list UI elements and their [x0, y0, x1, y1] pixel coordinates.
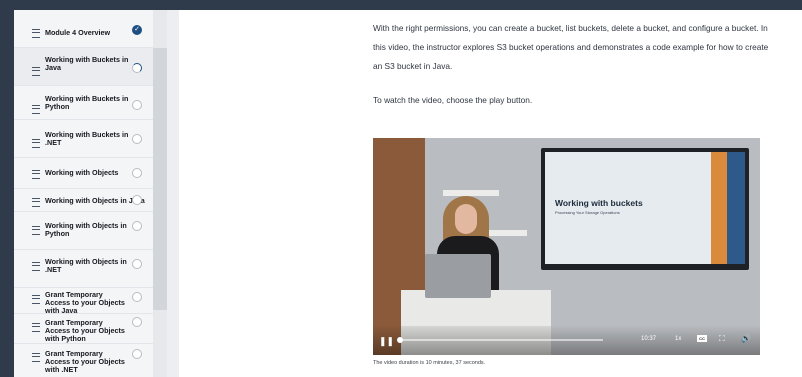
slide-subtitle: Processing Your Storage Operations	[555, 210, 620, 215]
lesson-description: With the right permissions, you can crea…	[373, 23, 769, 71]
sidebar-item-objects-java[interactable]: Working with Objects in Java	[14, 189, 153, 212]
menu-icon	[32, 105, 40, 114]
sidebar-item-presigned-java[interactable]: Grant Temporary Access to your Objects w…	[14, 288, 153, 315]
sidebar-item-label: Grant Temporary Access to your Objects w…	[45, 349, 125, 374]
incomplete-circle-icon	[132, 195, 142, 205]
menu-icon	[32, 353, 40, 362]
menu-icon	[32, 198, 40, 207]
course-sidebar: Module 4 Overview ✓ Working with Buckets…	[14, 10, 168, 377]
progress-bar[interactable]	[403, 339, 603, 341]
video-duration-caption: The video duration is 10 minutes, 37 sec…	[373, 360, 486, 366]
sidebar-item-label: Working with Objects in .NET	[45, 257, 127, 274]
sidebar-scrollbar-thumb[interactable]	[153, 48, 167, 310]
sidebar-item-label: Grant Temporary Access to your Objects w…	[45, 318, 125, 343]
sidebar-item-buckets-python[interactable]: Working with Buckets in Python	[14, 86, 153, 120]
progress-handle[interactable]	[397, 337, 403, 343]
incomplete-circle-icon	[132, 168, 142, 178]
sidebar-item-presigned-dotnet[interactable]: Grant Temporary Access to your Objects w…	[14, 344, 153, 377]
sidebar-item-label: Working with Buckets in Java	[45, 55, 129, 72]
sidebar-item-objects-python[interactable]: Working with Objects in Python	[14, 212, 153, 250]
menu-icon	[32, 262, 40, 271]
sidebar-item-label: Working with Buckets in .NET	[45, 130, 129, 147]
sidebar-item-label: Working with Objects in Java	[45, 196, 145, 205]
slide-title: Working with buckets	[555, 198, 643, 208]
incomplete-circle-icon	[132, 134, 142, 144]
video-slide-screen: Working with buckets Processing Your Sto…	[541, 148, 749, 270]
pause-icon[interactable]: ❚❚	[379, 336, 394, 347]
captions-icon[interactable]: CC	[697, 335, 707, 342]
video-instruction: To watch the video, choose the play butt…	[373, 95, 533, 105]
slide-accent	[727, 152, 745, 264]
video-player[interactable]: Working with buckets Processing Your Sto…	[373, 138, 760, 355]
volume-icon[interactable]: 🔊	[741, 334, 751, 343]
fullscreen-icon[interactable]: ⛶	[719, 334, 725, 344]
sidebar-item-objects-dotnet[interactable]: Working with Objects in .NET	[14, 250, 153, 288]
incomplete-circle-icon	[132, 349, 142, 359]
incomplete-circle-icon	[132, 292, 142, 302]
video-laptop	[425, 254, 491, 298]
menu-icon	[32, 67, 40, 76]
menu-icon	[32, 29, 40, 38]
slide-accent	[711, 152, 727, 264]
sidebar-item-objects[interactable]: Working with Objects	[14, 158, 153, 189]
menu-icon	[32, 226, 40, 235]
menu-icon	[32, 295, 40, 304]
video-time: 10:37	[641, 336, 657, 342]
sidebar-item-label: Module 4 Overview	[45, 28, 111, 37]
instructor-figure	[455, 204, 477, 234]
course-window: Module 4 Overview ✓ Working with Buckets…	[14, 10, 802, 377]
video-shelf	[443, 190, 499, 196]
sidebar-item-label: Grant Temporary Access to your Objects w…	[45, 290, 125, 315]
slide: Working with buckets Processing Your Sto…	[545, 152, 745, 264]
menu-icon	[32, 323, 40, 332]
in-progress-icon	[132, 63, 142, 73]
incomplete-circle-icon	[132, 100, 142, 110]
completed-check-icon: ✓	[132, 25, 142, 35]
menu-icon	[32, 139, 40, 148]
sidebar-divider	[167, 10, 179, 377]
menu-icon	[32, 170, 40, 179]
sidebar-item-label: Working with Objects	[45, 168, 119, 177]
sidebar-item-label: Working with Buckets in Python	[45, 94, 129, 111]
video-controls: ❚❚ 10:37 1x CC ⛶ 🔊	[373, 325, 760, 355]
sidebar-item-presigned-python[interactable]: Grant Temporary Access to your Objects w…	[14, 314, 153, 344]
incomplete-circle-icon	[132, 317, 142, 327]
incomplete-circle-icon	[132, 259, 142, 269]
sidebar-item-buckets-java[interactable]: Working with Buckets in Java	[14, 48, 153, 86]
sidebar-item-buckets-dotnet[interactable]: Working with Buckets in .NET	[14, 120, 153, 158]
incomplete-circle-icon	[132, 221, 142, 231]
sidebar-item-module-4-overview[interactable]: Module 4 Overview ✓	[14, 10, 153, 48]
playback-speed-button[interactable]: 1x	[675, 336, 681, 342]
sidebar-item-label: Working with Objects in Python	[45, 221, 127, 238]
